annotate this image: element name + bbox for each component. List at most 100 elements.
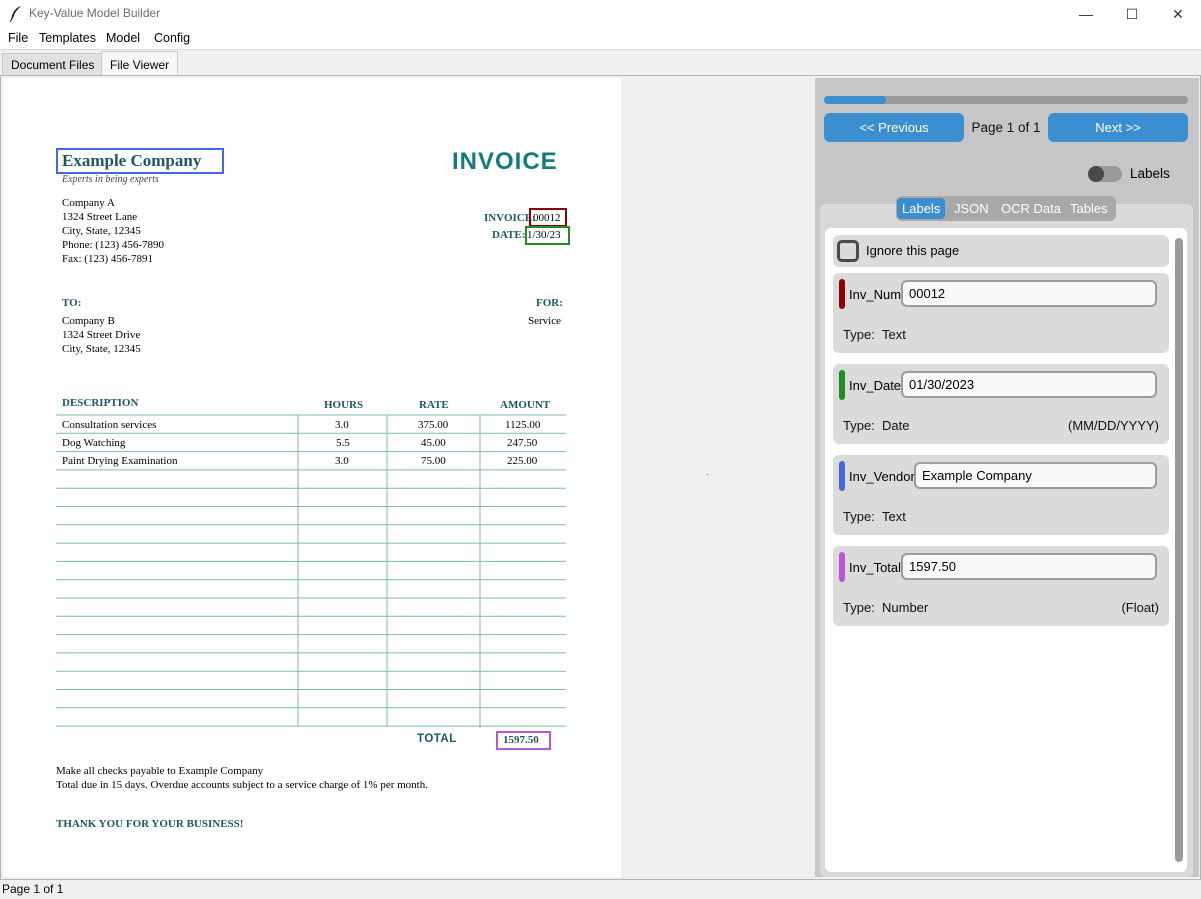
tab-document-files[interactable]: Document Files: [2, 53, 104, 77]
inv-date-bbox: [525, 226, 570, 245]
field-type: Text: [882, 509, 906, 524]
close-icon: ✕: [1172, 5, 1184, 22]
field-value-input[interactable]: 1597.50: [901, 553, 1157, 580]
labels-toggle-label: Labels: [1130, 166, 1170, 181]
table-cell: 1125.00: [505, 419, 541, 431]
footer-line: Make all checks payable to Example Compa…: [56, 765, 264, 777]
minimize-button[interactable]: —: [1063, 0, 1109, 28]
total-label: TOTAL: [417, 733, 457, 745]
table-cell: Paint Drying Examination: [62, 455, 178, 467]
ignore-page-label: Ignore this page: [866, 243, 960, 258]
ignore-page-card: Ignore this page: [833, 235, 1169, 267]
menu-file[interactable]: File: [8, 31, 28, 45]
field-type-prefix: Type:: [843, 418, 875, 433]
field-name: Inv_Date:: [849, 378, 905, 393]
tab-json[interactable]: JSON: [949, 198, 994, 219]
field-type: Number: [882, 600, 929, 615]
col-header-description: DESCRIPTION: [62, 397, 139, 409]
table-cell: 75.00: [421, 455, 446, 467]
page-indicator: Page 1 of 1: [971, 120, 1041, 135]
field-card: Inv_Date: 01/30/2023 Type: Date (MM/DD/Y…: [833, 364, 1169, 444]
page-progress-fill: [824, 96, 886, 104]
panel-tab-selector: Labels JSON OCR Data Tables: [896, 196, 1116, 221]
sender-line: Company A: [62, 197, 115, 209]
title-bar: Key-Value Model Builder — ☐ ✕: [0, 0, 1201, 28]
field-type-prefix: Type:: [843, 509, 875, 524]
field-card: Inv_Total: 1597.50 Type: Number (Float): [833, 546, 1169, 626]
tab-labels[interactable]: Labels: [897, 198, 946, 219]
field-card: Inv_Num: 00012 Type: Text: [833, 273, 1169, 353]
viewer-empty-area: [621, 78, 814, 877]
field-format: (MM/DD/YYYY): [1068, 418, 1159, 433]
field-type-prefix: Type:: [843, 327, 875, 342]
close-button[interactable]: ✕: [1155, 0, 1201, 28]
field-name: Inv_Total:: [849, 560, 905, 575]
field-type: Date: [882, 418, 910, 433]
field-type: Text: [882, 327, 906, 342]
tab-strip: Document Files File Viewer: [0, 49, 1201, 77]
footer-line: Total due in 15 days. Overdue accounts s…: [56, 779, 428, 791]
toggle-knob: [1088, 166, 1104, 182]
field-color-swatch: [839, 461, 845, 491]
tab-file-viewer[interactable]: File Viewer: [101, 51, 179, 77]
maximize-button[interactable]: ☐: [1109, 0, 1155, 28]
inv-total-bbox: [496, 731, 551, 750]
tab-tables[interactable]: Tables: [1065, 198, 1113, 219]
table-cell: 3.0: [335, 455, 349, 467]
tab-ocr-data[interactable]: OCR Data: [996, 198, 1066, 219]
previous-button[interactable]: << Previous: [824, 113, 964, 142]
status-bar: Page 1 of 1: [0, 880, 1201, 899]
for-value: Service: [528, 315, 561, 327]
labels-scrollbar[interactable]: [1175, 238, 1183, 862]
inv-num-bbox: [529, 208, 567, 227]
sender-line: City, State, 12345: [62, 225, 141, 237]
field-value-input[interactable]: 00012: [901, 280, 1157, 307]
field-format: (Float): [1121, 600, 1159, 615]
window-title: Key-Value Model Builder: [29, 6, 161, 20]
field-type-prefix: Type:: [843, 600, 875, 615]
col-header-hours: HOURS: [324, 399, 364, 411]
to-label: TO:: [62, 297, 82, 309]
invoice-label: INVOICE:: [484, 212, 536, 224]
status-text: Page 1 of 1: [2, 882, 64, 896]
menu-bar: File Templates Model Config: [0, 28, 1201, 49]
recipient-line: 1324 Street Drive: [62, 329, 141, 341]
table-cell: 3.0: [335, 419, 349, 431]
for-label: FOR:: [536, 297, 563, 309]
field-color-swatch: [839, 370, 845, 400]
col-header-amount: AMOUNT: [500, 399, 551, 411]
vendor-bbox: [56, 148, 224, 174]
field-value-input[interactable]: 01/30/2023: [901, 371, 1157, 398]
menu-model[interactable]: Model: [106, 31, 140, 45]
doc-heading: INVOICE: [452, 148, 558, 175]
feather-icon: [9, 6, 21, 23]
sender-line: Phone: (123) 456-7890: [62, 239, 165, 251]
table-cell: 247.50: [507, 437, 538, 449]
labels-toggle[interactable]: [1088, 166, 1122, 182]
minimize-icon: —: [1079, 6, 1093, 22]
table-cell: 5.5: [336, 437, 350, 449]
ignore-page-checkbox[interactable]: [837, 240, 859, 262]
field-name: Inv_Num:: [849, 287, 905, 302]
doc-tagline: Experts in being experts: [62, 174, 159, 185]
recipient-line: City, State, 12345: [62, 343, 141, 355]
menu-config[interactable]: Config: [154, 31, 190, 45]
cursor-dot: [707, 474, 708, 475]
table-cell: Consultation services: [62, 419, 157, 431]
field-color-swatch: [839, 279, 845, 309]
date-label: DATE:: [492, 229, 526, 241]
page-progress-bar: [824, 96, 1188, 104]
col-header-rate: RATE: [419, 399, 449, 411]
field-card: Inv_Vendor: Example Company Type: Text: [833, 455, 1169, 535]
table-cell: 375.00: [418, 419, 449, 431]
sender-line: 1324 Street Lane: [62, 211, 138, 223]
maximize-icon: ☐: [1125, 5, 1139, 22]
sender-line: Fax: (123) 456-7891: [62, 253, 154, 265]
next-button[interactable]: Next >>: [1048, 113, 1188, 142]
thanks-line: THANK YOU FOR YOUR BUSINESS!: [56, 818, 244, 830]
recipient-line: Company B: [62, 315, 115, 327]
menu-templates[interactable]: Templates: [39, 31, 96, 45]
table-cell: 225.00: [507, 455, 538, 467]
field-value-input[interactable]: Example Company: [914, 462, 1157, 489]
field-name: Inv_Vendor:: [849, 469, 919, 484]
